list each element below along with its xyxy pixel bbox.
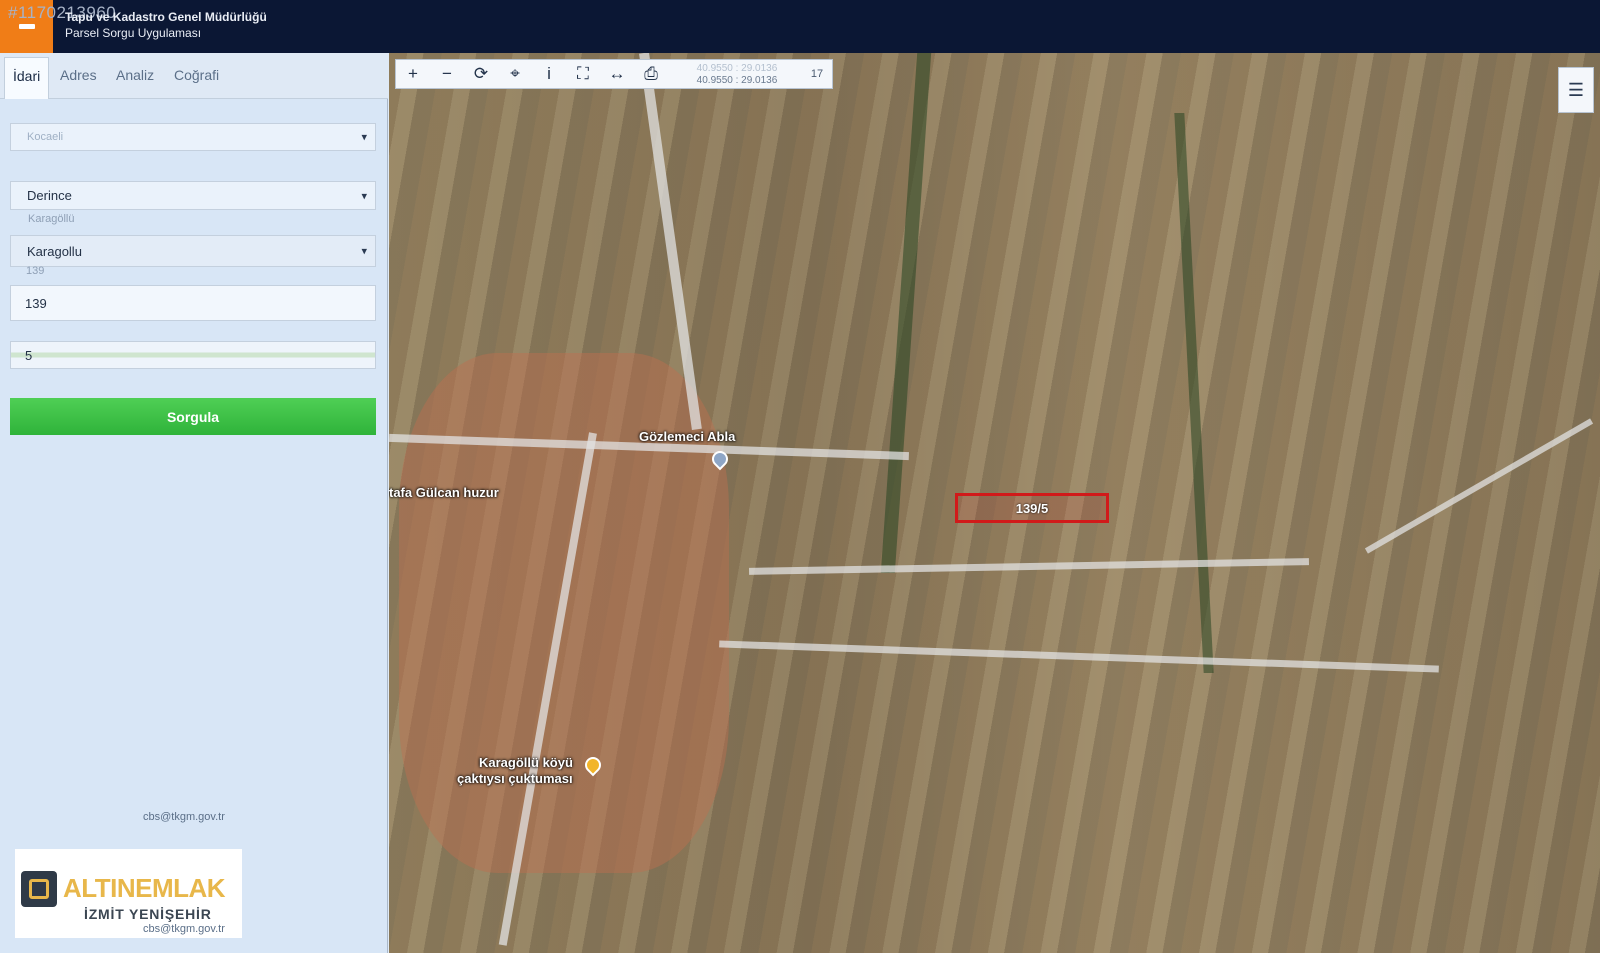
road: [1364, 418, 1594, 554]
neighborhood-value: Karagollu: [27, 243, 82, 259]
tab-adres[interactable]: Adres: [60, 67, 97, 83]
tab-analiz[interactable]: Analiz: [116, 67, 154, 83]
poi-label-cafe[interactable]: Gözlemeci Abla: [639, 429, 735, 444]
zoom-in-icon[interactable]: +: [396, 59, 430, 89]
poi-label-village-2[interactable]: çaktıysı çuktuması: [457, 771, 573, 786]
logo-icon: [21, 871, 57, 907]
district-select[interactable]: Derince ▾: [10, 181, 376, 210]
province-value: Kocaeli: [27, 131, 64, 143]
header-title: Tapu ve Kadastro Genel Müdürlüğü: [65, 10, 267, 24]
menu-icon: [18, 24, 35, 29]
sidebar: İdari Adres Analiz Coğrafi Kocaeli ▾ Der…: [0, 53, 388, 953]
zoom-out-icon[interactable]: −: [430, 59, 464, 89]
footer-email-secondary[interactable]: cbs@tkgm.gov.tr: [143, 923, 225, 935]
chevron-down-icon: ▾: [361, 190, 367, 202]
footer-email[interactable]: cbs@tkgm.gov.tr: [143, 811, 225, 823]
layers-button[interactable]: ☰: [1558, 67, 1594, 113]
coordinate-readout: 40.9550 : 29.0136 40.9550 : 29.0136: [672, 63, 802, 87]
block-input[interactable]: 139: [10, 285, 376, 321]
chevron-down-icon: ▾: [361, 245, 367, 258]
parcel-label: 139/5: [1015, 500, 1049, 516]
tab-bar: İdari Adres Analiz Coğrafi: [0, 53, 388, 99]
layers-icon: ☰: [1567, 79, 1585, 100]
tab-cografi[interactable]: Coğrafi: [174, 67, 219, 83]
print-icon[interactable]: ⎙: [634, 59, 668, 89]
zoom-level: 17: [810, 68, 824, 80]
road: [748, 558, 1310, 575]
map-view[interactable]: + − ⟳ ⌖ i ⛶ ↔ ⎙ 40.9550 : 29.0136 40.955…: [389, 53, 1600, 953]
treeline: [880, 53, 932, 573]
map-toolbar: + − ⟳ ⌖ i ⛶ ↔ ⎙ 40.9550 : 29.0136 40.955…: [395, 59, 833, 89]
info-icon[interactable]: i: [532, 59, 566, 89]
coordinate-value: 40.9550 : 29.0136: [696, 75, 778, 86]
app-header: #1170213960 Tapu ve Kadastro Genel Müdür…: [0, 0, 1600, 53]
poi-label-village[interactable]: Karagöllü köyü: [479, 755, 573, 770]
poi-label-person[interactable]: tafa Gülcan huzur: [389, 485, 499, 500]
tab-idari[interactable]: İdari: [4, 57, 50, 99]
parcel-input[interactable]: 5: [10, 341, 376, 369]
refresh-icon[interactable]: ⟳: [464, 59, 498, 89]
chevron-down-icon: ▾: [361, 131, 367, 144]
province-select[interactable]: Kocaeli ▾: [10, 123, 376, 151]
area-measure-icon[interactable]: ⛶: [566, 59, 600, 89]
district-value: Derince: [27, 188, 72, 203]
distance-measure-icon[interactable]: ↔: [600, 59, 634, 89]
coordinate-faded: 40.9550 : 29.0136: [696, 63, 778, 74]
parcel-value: 5: [25, 347, 33, 363]
header-subtitle: Parsel Sorgu Uygulaması: [65, 26, 202, 40]
locate-icon[interactable]: ⌖: [498, 59, 532, 89]
app-title: Tapu ve Kadastro Genel Müdürlüğü Parsel …: [65, 9, 267, 41]
logo-location: İZMİT YENİŞEHİR: [84, 906, 212, 922]
road: [719, 640, 1439, 673]
query-button[interactable]: Sorgula: [10, 398, 376, 435]
neighborhood-select[interactable]: Karagollu ▾: [10, 235, 376, 267]
logo-brand: ALTINEMLAK: [63, 873, 226, 903]
neighborhood-ghost-text: Karagöllü: [28, 213, 75, 225]
treeline: [1174, 113, 1214, 673]
block-value: 139: [25, 295, 47, 311]
selected-parcel[interactable]: 139/5: [955, 493, 1109, 523]
block-ghost-text: 139: [26, 265, 45, 277]
